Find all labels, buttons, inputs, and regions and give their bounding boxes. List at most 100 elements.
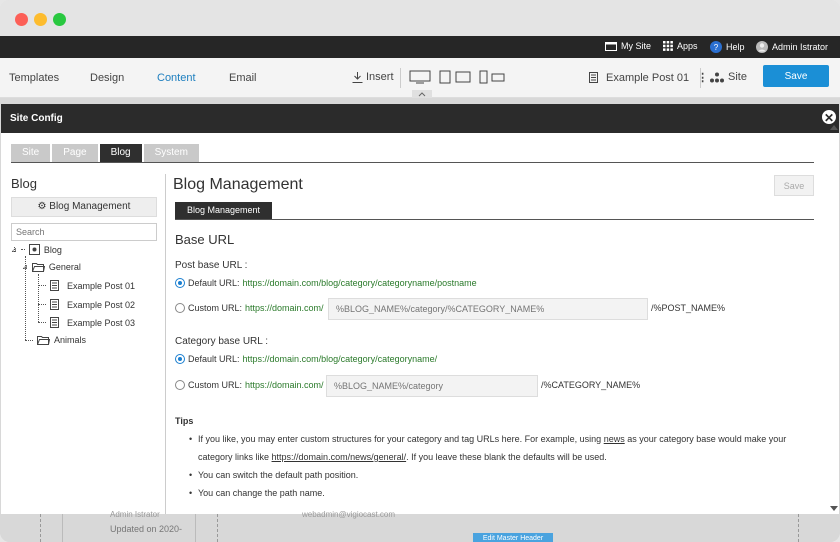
minimize-window-button[interactable] <box>34 13 47 26</box>
tree-line <box>38 304 46 305</box>
download-icon <box>352 71 363 83</box>
modal-header: Site Config <box>1 104 839 133</box>
post-default-radio[interactable] <box>175 278 185 288</box>
folder-open-icon <box>31 263 45 272</box>
phone-portrait-icon[interactable] <box>479 70 488 84</box>
insert-button[interactable]: Insert <box>352 71 394 83</box>
tab-blog[interactable]: Blog <box>99 144 142 162</box>
search-input[interactable] <box>11 223 157 241</box>
menu-content[interactable]: Content <box>157 72 196 84</box>
close-icon[interactable]: ✕ <box>821 109 837 125</box>
gear-icon: ⚙ <box>37 201 47 212</box>
tip-text: If you like, you may enter custom struct… <box>198 434 604 444</box>
desktop-view-icon[interactable] <box>409 70 431 84</box>
post-default-option[interactable]: Default URL: https://domain.com/blog/cat… <box>175 278 477 288</box>
author-name: Admin Istrator <box>110 510 160 519</box>
post-custom-label: Custom URL: <box>188 303 243 313</box>
blog-management-label: Blog Management <box>49 201 131 212</box>
help-icon: ? <box>710 41 722 53</box>
tree-node-general[interactable]: ⊿ General <box>22 262 81 272</box>
category-default-option[interactable]: Default URL: https://domain.com/blog/cat… <box>175 354 437 364</box>
page-selector[interactable]: Example Post 01 ⋮ <box>589 71 708 84</box>
svg-text:?: ? <box>714 43 719 52</box>
tab-site[interactable]: Site <box>11 144 51 162</box>
folder-open-icon <box>37 336 50 345</box>
user-menu[interactable]: Admin Istrator <box>756 41 828 53</box>
insert-label: Insert <box>366 71 394 83</box>
document-icon <box>50 280 59 291</box>
category-custom-radio[interactable] <box>175 380 185 390</box>
tree-line <box>38 285 46 286</box>
category-custom-option[interactable]: Custom URL: https://domain.com/ <box>175 380 324 390</box>
save-button[interactable]: Save <box>763 65 829 87</box>
tree-label-post-02: Example Post 02 <box>67 299 136 310</box>
site-menu[interactable]: Site <box>710 71 747 83</box>
post-custom-option[interactable]: Custom URL: https://domain.com/ <box>175 303 324 313</box>
guide-line <box>217 514 218 542</box>
menu-templates[interactable]: Templates <box>9 72 59 84</box>
tablet-portrait-icon[interactable] <box>439 70 451 84</box>
subtab-blog-management[interactable]: Blog Management <box>175 202 273 219</box>
tree-line <box>25 339 33 341</box>
site-config-modal: Site Config ✕ Site Page Blog System Blog… <box>1 104 839 514</box>
tree-node-post-02[interactable]: Example Post 02 <box>38 299 135 310</box>
tab-page[interactable]: Page <box>52 144 98 162</box>
post-custom-url-input[interactable] <box>328 298 648 320</box>
tip-item: If you like, you may enter custom struct… <box>189 430 809 466</box>
post-custom-radio[interactable] <box>175 303 185 313</box>
browser-window: My Site Apps ? Help Admin Istrator Templ… <box>0 0 840 542</box>
panel-title: Blog Management <box>173 176 303 193</box>
collapse-icon[interactable]: ⊿ <box>22 263 28 271</box>
tree-node-post-01[interactable]: Example Post 01 <box>38 280 135 291</box>
my-site-label: My Site <box>621 41 652 51</box>
blog-management-button[interactable]: ⚙ Blog Management <box>11 197 157 217</box>
post-default-label: Default URL: <box>188 278 240 288</box>
subtab-underline <box>175 219 814 220</box>
scroll-down-icon[interactable] <box>830 506 838 512</box>
collapse-icon[interactable]: ⊿ <box>11 246 17 254</box>
more-vertical-icon[interactable]: ⋮ <box>697 71 708 84</box>
guide-line <box>798 514 799 542</box>
panel-save-button[interactable]: Save <box>774 175 814 196</box>
guide-line <box>195 514 196 542</box>
category-default-radio[interactable] <box>175 354 185 364</box>
news-link[interactable]: news <box>604 434 625 444</box>
edit-master-header-button[interactable]: Edit Master Header <box>473 533 553 542</box>
tree-label-blog: Blog <box>43 244 62 255</box>
background-page-content: Admin Istrator webadmin@vigiocast.com Up… <box>0 510 840 542</box>
modal-scrollbar[interactable] <box>829 124 839 512</box>
tabs-underline <box>11 162 814 163</box>
tab-system[interactable]: System <box>143 144 199 162</box>
tips-title: Tips <box>175 416 194 426</box>
post-custom-prefix: https://domain.com/ <box>245 303 324 313</box>
tablet-landscape-icon[interactable] <box>455 71 471 83</box>
tree-node-post-03[interactable]: Example Post 03 <box>38 317 135 328</box>
tips-list: If you like, you may enter custom struct… <box>189 430 809 502</box>
sidebar-title: Blog <box>11 176 38 191</box>
category-custom-url-input[interactable] <box>326 375 538 397</box>
apps-link[interactable]: Apps <box>663 41 698 51</box>
tree-label-animals: Animals <box>54 335 87 345</box>
category-base-url-label: Category base URL : <box>175 336 269 347</box>
chevron-up-icon[interactable] <box>412 90 432 98</box>
tree-line <box>20 249 25 250</box>
grid-icon <box>663 41 673 51</box>
maximize-window-button[interactable] <box>53 13 66 26</box>
tree-node-blog[interactable]: ⊿ Blog <box>11 244 62 255</box>
scroll-up-icon[interactable] <box>830 124 838 130</box>
site-label: Site <box>728 71 747 83</box>
my-site-link[interactable]: My Site <box>605 41 651 51</box>
config-tabs: Site Page Blog System <box>11 144 199 162</box>
tree-line <box>38 322 46 323</box>
tree-node-animals[interactable]: Animals <box>25 335 86 345</box>
example-url-link[interactable]: https://domain.com/news/general/ <box>272 452 407 462</box>
close-window-button[interactable] <box>15 13 28 26</box>
menu-email[interactable]: Email <box>229 72 257 84</box>
help-link[interactable]: ? Help <box>710 41 745 53</box>
category-custom-label: Custom URL: <box>188 380 243 390</box>
phone-landscape-icon[interactable] <box>491 73 505 82</box>
category-custom-suffix: /%CATEGORY_NAME% <box>541 380 641 390</box>
document-icon <box>589 72 598 83</box>
tree-label-post-01: Example Post 01 <box>67 280 136 291</box>
menu-design[interactable]: Design <box>90 72 124 84</box>
